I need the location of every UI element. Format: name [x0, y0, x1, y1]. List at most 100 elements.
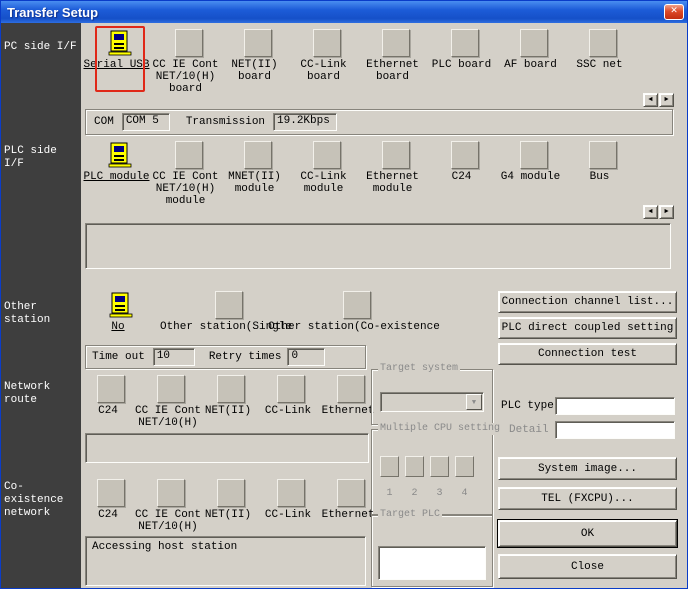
plc-side-ccie-module[interactable]: CC IE Cont NET/10(H) module [154, 141, 223, 207]
pc-side-af-board[interactable]: AF board [499, 29, 568, 95]
detail-field[interactable] [555, 421, 675, 439]
pc-side-scroll-left-icon[interactable]: ◄ [643, 93, 658, 107]
c24-icon[interactable] [451, 141, 479, 169]
pc-side-scroll-right-icon[interactable]: ► [659, 93, 674, 107]
coexistence-cclink[interactable]: CC-Link [261, 479, 321, 533]
cpu-3-label: 3 [430, 488, 449, 499]
pc-side-ssc-net[interactable]: SSC net [568, 29, 637, 95]
mnet-module-icon[interactable] [244, 141, 272, 169]
network-route-netii[interactable]: NET(II) [201, 375, 261, 429]
other-station-item-label: No [84, 321, 152, 333]
ccie-icon[interactable] [157, 375, 185, 403]
coexistence-netii[interactable]: NET(II) [201, 479, 261, 533]
af-board-icon[interactable] [520, 29, 548, 57]
plc-type-label: PLC type [501, 400, 554, 412]
other-station-coexistence[interactable]: Other station(Co-existence [269, 291, 445, 333]
ethernet-icon[interactable] [337, 479, 365, 507]
route-detail-box [85, 433, 369, 463]
cclink-module-icon[interactable] [313, 141, 341, 169]
cclink-icon[interactable] [277, 375, 305, 403]
pc-side-plc-board[interactable]: PLC board [430, 29, 499, 95]
cpu-3-button[interactable] [430, 456, 449, 477]
retry-times-field[interactable]: 0 [287, 348, 325, 366]
transmission-speed-field[interactable]: 19.2Kbps [273, 113, 337, 131]
plc-side-g4-module[interactable]: G4 module [499, 141, 568, 207]
pc-side-cclink-board[interactable]: CC-Link board [292, 29, 361, 95]
sidebar-label-plc-side: PLC side I/F [4, 145, 78, 171]
plc-side-row: PLC module CC IE Cont NET/10(H) module M… [85, 141, 637, 207]
timeout-field[interactable]: 10 [153, 348, 195, 366]
cclink-icon[interactable] [277, 479, 305, 507]
cpu-1-button[interactable] [380, 456, 399, 477]
plc-side-mnet-module[interactable]: MNET(II) module [223, 141, 292, 207]
ethernet-module-icon[interactable] [382, 141, 410, 169]
connection-channel-list-button[interactable]: Connection channel list... [498, 291, 677, 313]
plc-side-scroll-right-icon[interactable]: ► [659, 205, 674, 219]
sidebar-label-other-station: Other station [4, 301, 78, 327]
plc-module-icon[interactable] [106, 141, 134, 169]
target-plc-field[interactable] [378, 546, 486, 580]
bus-icon[interactable] [589, 141, 617, 169]
ccie-module-icon[interactable] [175, 141, 203, 169]
pc-side-netii-board[interactable]: NET(II) board [223, 29, 292, 95]
detail-label: Detail [509, 424, 549, 436]
coexistence-network-row: C24 CC IE Cont NET/10(H) NET(II) CC-Link… [81, 479, 381, 533]
plc-side-c24[interactable]: C24 [430, 141, 499, 207]
network-route-cclink[interactable]: CC-Link [261, 375, 321, 429]
target-system-dropdown[interactable]: ▼ [380, 392, 484, 412]
plc-direct-coupled-setting-button[interactable]: PLC direct coupled setting [498, 317, 677, 339]
g4-module-icon[interactable] [520, 141, 548, 169]
sidebar-label-pc-side: PC side I/F [4, 41, 78, 54]
tel-fxcpu-button[interactable]: TEL (FXCPU)... [498, 487, 677, 510]
ccie-board-icon[interactable] [175, 29, 203, 57]
connection-test-button[interactable]: Connection test [498, 343, 677, 365]
cpu-1-label: 1 [380, 488, 399, 499]
transmission-label: Transmission [186, 116, 265, 128]
no-station-icon[interactable] [107, 291, 135, 319]
network-route-ccie[interactable]: CC IE Cont NET/10(H) [141, 375, 201, 429]
target-plc-title: Target PLC [378, 509, 442, 521]
netii-icon[interactable] [217, 375, 245, 403]
plc-type-field[interactable] [555, 397, 675, 415]
other-station-coexistence-icon[interactable] [343, 291, 371, 319]
multiple-cpu-title: Multiple CPU setting [378, 423, 502, 435]
sidebar-label-network-route: Network route [4, 381, 78, 407]
c24-icon[interactable] [97, 375, 125, 403]
cpu-2-button[interactable] [405, 456, 424, 477]
netii-board-icon[interactable] [244, 29, 272, 57]
selection-highlight [95, 26, 145, 92]
pc-side-ethernet-board[interactable]: Ethernet board [361, 29, 430, 95]
plc-side-cclink-module[interactable]: CC-Link module [292, 141, 361, 207]
c24-icon[interactable] [97, 479, 125, 507]
pc-side-ccie-board[interactable]: CC IE Cont NET/10(H) board [154, 29, 223, 95]
coexistence-ccie[interactable]: CC IE Cont NET/10(H) [141, 479, 201, 533]
ccie-icon[interactable] [157, 479, 185, 507]
netii-icon[interactable] [217, 479, 245, 507]
chevron-down-icon[interactable]: ▼ [466, 394, 482, 410]
close-button[interactable]: Close [498, 554, 677, 579]
status-box: Accessing host station [85, 536, 366, 586]
plc-side-bus[interactable]: Bus [568, 141, 637, 207]
plc-side-ethernet-module[interactable]: Ethernet module [361, 141, 430, 207]
cpu-4-button[interactable] [455, 456, 474, 477]
ethernet-icon[interactable] [337, 375, 365, 403]
system-image-button[interactable]: System image... [498, 457, 677, 480]
main-panel: Serial USB CC IE Cont NET/10(H) board NE… [81, 23, 688, 589]
cpu-2-label: 2 [405, 488, 424, 499]
ethernet-board-icon[interactable] [382, 29, 410, 57]
ok-button[interactable]: OK [498, 520, 677, 547]
pc-side-item-label: SSC net [559, 59, 640, 71]
other-station-single-icon[interactable] [215, 291, 243, 319]
window-title: Transfer Setup [1, 5, 98, 20]
ssc-net-icon[interactable] [589, 29, 617, 57]
close-icon[interactable]: ✕ [664, 4, 684, 20]
timeout-label: Time out [92, 351, 145, 363]
plc-side-plc-module[interactable]: PLC module [85, 141, 154, 207]
retry-times-label: Retry times [209, 351, 282, 363]
com-port-field[interactable]: COM 5 [122, 113, 170, 131]
other-station-no[interactable]: No [93, 291, 149, 333]
cclink-board-icon[interactable] [313, 29, 341, 57]
sidebar-label-coexistence: Co-existence network [4, 481, 78, 520]
plc-board-icon[interactable] [451, 29, 479, 57]
plc-side-scroll-left-icon[interactable]: ◄ [643, 205, 658, 219]
